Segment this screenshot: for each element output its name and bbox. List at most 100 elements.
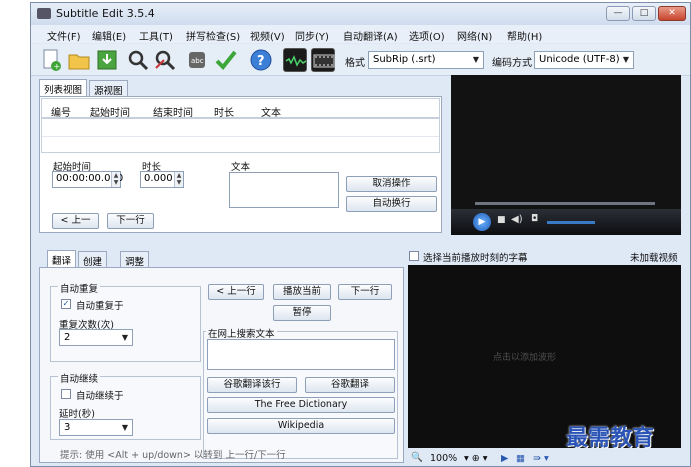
replace-icon[interactable]	[153, 48, 177, 72]
watermark-logo: 最需教育	[566, 425, 655, 451]
toolbar: + abc ? 格式 SubRip (.srt) ▼ 编码方式 Unicode …	[31, 44, 690, 76]
auto-wrap-button[interactable]: 自动换行	[346, 196, 437, 212]
play-current-button[interactable]: 播放当前	[273, 284, 331, 300]
format-label: 格式	[345, 58, 365, 69]
tab-source-view[interactable]: 源视图	[89, 80, 128, 97]
subtitle-list-panel: 编号 起始时间 结束时间 时长 文本 起始时间 00:00:00.000 ▲ ▼ …	[39, 96, 442, 233]
svg-text:+: +	[54, 62, 61, 71]
svg-text:abc: abc	[191, 57, 204, 65]
menu-spellcheck[interactable]: 拼写检查(S)	[186, 28, 240, 43]
delay-label: 延时(秒)	[59, 409, 95, 420]
forward-icon[interactable]: ⇛ ▾	[533, 453, 549, 464]
volume-slider[interactable]	[547, 221, 595, 224]
waveform-hint: 点击以添加波形	[493, 353, 557, 363]
menu-file[interactable]: 文件(F)	[47, 28, 81, 43]
seek-bar[interactable]	[475, 202, 655, 205]
svg-text:?: ?	[257, 54, 265, 69]
auto-continue-group-label: 自动继续	[58, 371, 101, 385]
col-start-time[interactable]: 起始时间	[90, 104, 130, 119]
zoom-level[interactable]: 100%	[430, 453, 457, 464]
free-dictionary-button[interactable]: The Free Dictionary	[207, 397, 395, 413]
menu-auto-translate[interactable]: 自动翻译(A)	[343, 28, 398, 43]
translate-panel: 自动重复 ✓ 自动重复于 重复次数(次) 2 ▼ 自动继续 自动继续于 延时(秒…	[39, 267, 404, 463]
tab-adjust[interactable]: 调整	[120, 251, 150, 268]
duration-input[interactable]: 0.000 ▲ ▼	[140, 171, 184, 188]
menu-sync[interactable]: 同步(Y)	[295, 28, 329, 43]
col-end-time[interactable]: 结束时间	[153, 104, 193, 119]
app-window: Subtitle Edit 3.5.4 — □ ✕ 文件(F) 编辑(E) 工具…	[30, 2, 691, 467]
auto-repeat-checkbox[interactable]: ✓	[61, 299, 71, 309]
help-icon[interactable]: ?	[249, 48, 273, 72]
play-icon[interactable]: ▶	[501, 453, 508, 464]
grid-icon[interactable]: ▦	[516, 453, 525, 464]
menu-edit[interactable]: 编辑(E)	[92, 28, 126, 43]
spell-check-icon[interactable]: abc	[187, 48, 211, 72]
repeat-count-value: 2	[64, 332, 71, 343]
start-time-input[interactable]: 00:00:00.000 ▲ ▼	[52, 171, 123, 188]
tab-translate[interactable]: 翻译	[47, 250, 77, 267]
google-translate-line-button[interactable]: 谷歌翻译该行	[207, 377, 297, 393]
stop-icon[interactable]: ■	[497, 215, 506, 225]
next-line-button[interactable]: 下一行	[338, 284, 392, 300]
menu-options[interactable]: 选项(O)	[409, 28, 445, 43]
menu-video[interactable]: 视频(V)	[250, 28, 285, 43]
new-file-icon[interactable]: +	[39, 48, 63, 72]
save-download-icon[interactable]	[95, 48, 119, 72]
select-current-subtitle-label: 选择当前播放时刻的字幕	[423, 253, 528, 264]
zoom-out-icon[interactable]: 🔍	[411, 452, 423, 463]
open-folder-icon[interactable]	[67, 48, 91, 72]
tab-create[interactable]: 创建	[78, 251, 108, 268]
delay-value: 3	[64, 422, 71, 433]
auto-repeat-group-label: 自动重复	[58, 281, 101, 295]
video-player[interactable]: ▶ ■ ◀) ◘	[451, 75, 681, 235]
chevron-down-icon: ▼	[121, 333, 128, 342]
maximize-button[interactable]: □	[632, 6, 656, 21]
col-text[interactable]: 文本	[261, 104, 281, 119]
zoom-in-icon[interactable]: ▾ ⊕ ▾	[464, 453, 488, 464]
waveform-icon[interactable]	[283, 48, 307, 72]
find-icon[interactable]	[126, 48, 150, 72]
check-icon[interactable]	[214, 48, 238, 72]
prev-line-button[interactable]: < 上一行	[208, 284, 264, 300]
search-web-input[interactable]	[207, 339, 395, 370]
delay-select[interactable]: 3 ▼	[59, 419, 133, 436]
app-icon	[37, 8, 51, 19]
encoding-select[interactable]: Unicode (UTF-8) ▼	[534, 51, 634, 69]
spinner-icon[interactable]: ▲ ▼	[174, 172, 183, 187]
volume-icon[interactable]: ◀)	[511, 214, 523, 225]
grid-row-line	[42, 136, 439, 137]
menu-help[interactable]: 帮助(H)	[507, 28, 542, 43]
google-translate-button[interactable]: 谷歌翻译	[305, 377, 395, 393]
search-web-label: 在网上搜索文本	[206, 326, 277, 340]
subtitle-grid[interactable]	[41, 118, 440, 153]
window-title: Subtitle Edit 3.5.4	[56, 7, 155, 20]
next-button[interactable]: 下一行	[107, 213, 154, 229]
subtitle-text-input[interactable]	[229, 172, 339, 208]
close-button[interactable]: ✕	[658, 6, 686, 21]
encoding-label: 编码方式	[492, 58, 532, 69]
encoding-value: Unicode (UTF-8)	[539, 54, 620, 65]
spinner-icon[interactable]: ▲ ▼	[111, 172, 120, 187]
title-bar: Subtitle Edit 3.5.4 — □ ✕	[31, 3, 690, 25]
tab-list-view[interactable]: 列表视图	[39, 79, 88, 96]
format-select[interactable]: SubRip (.srt) ▼	[368, 51, 484, 69]
chevron-down-icon: ▼	[622, 55, 629, 64]
auto-continue-checkbox[interactable]	[61, 389, 71, 399]
menu-tools[interactable]: 工具(T)	[139, 28, 173, 43]
select-current-subtitle-checkbox[interactable]	[409, 251, 419, 261]
menu-bar: 文件(F) 编辑(E) 工具(T) 拼写检查(S) 视频(V) 同步(Y) 自动…	[31, 25, 690, 43]
auto-repeat-on-label: 自动重复于	[76, 301, 124, 312]
pause-button[interactable]: 暂停	[273, 305, 331, 321]
col-number[interactable]: 编号	[51, 104, 71, 119]
menu-network[interactable]: 网络(N)	[457, 28, 492, 43]
undo-button[interactable]: 取消操作	[346, 176, 437, 192]
minimize-button[interactable]: —	[606, 6, 630, 21]
video-icon[interactable]	[311, 48, 335, 72]
play-icon[interactable]: ▶	[473, 213, 491, 231]
fullscreen-icon[interactable]: ◘	[531, 214, 538, 224]
col-duration[interactable]: 时长	[214, 104, 234, 119]
repeat-count-select[interactable]: 2 ▼	[59, 329, 133, 346]
prev-button[interactable]: < 上一	[52, 213, 99, 229]
wikipedia-button[interactable]: Wikipedia	[207, 418, 395, 434]
grid-header: 编号 起始时间 结束时间 时长 文本	[41, 98, 440, 119]
